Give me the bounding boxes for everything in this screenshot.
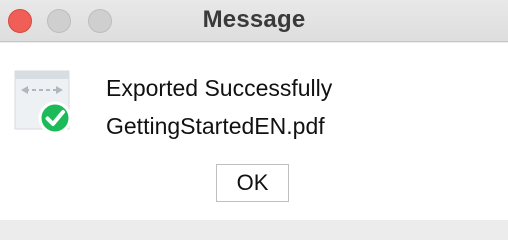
window-title: Message (202, 6, 306, 33)
success-message: Exported Successfully (106, 75, 333, 101)
message-dialog-window: Message Exported Successfully GettingSta… (0, 0, 508, 220)
dialog-content: Exported Successfully GettingStartedEN.p… (0, 43, 508, 220)
export-success-icon (14, 70, 70, 134)
title-bar: Message (0, 0, 508, 42)
exported-file-name: GettingStartedEN.pdf (106, 113, 325, 139)
ok-button[interactable]: OK (216, 164, 289, 202)
